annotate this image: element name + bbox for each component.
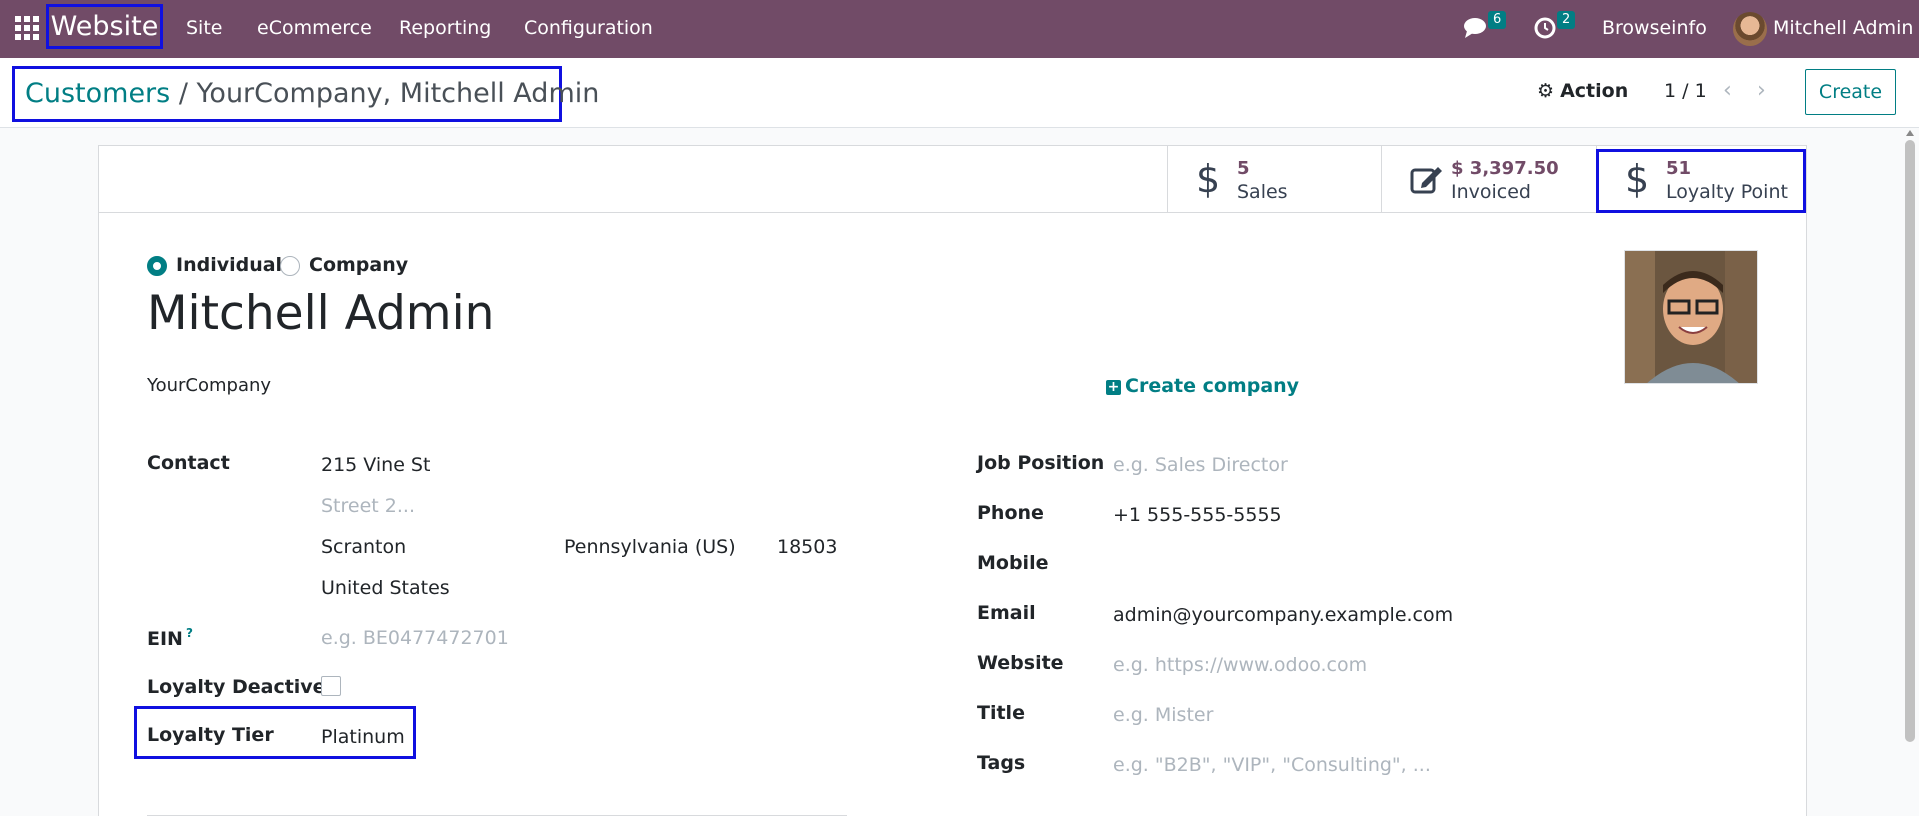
- phone-label: Phone: [977, 502, 1044, 524]
- sales-count: 5: [1237, 158, 1250, 179]
- partner-avatar-image[interactable]: [1624, 250, 1758, 384]
- zip-field[interactable]: 18503: [777, 536, 837, 558]
- street-field[interactable]: 215 Vine St: [321, 454, 430, 476]
- loyalty-deactive-label: Loyalty Deactive: [147, 676, 326, 698]
- messages-badge: 6: [1488, 11, 1507, 29]
- dollar-icon: $: [1196, 157, 1221, 201]
- radio-individual-label[interactable]: Individual: [176, 254, 282, 276]
- smart-button-box: $ 5 Sales $ 3,397.50 Invoiced $ 51 Loyal…: [99, 146, 1806, 213]
- invoiced-amount: $ 3,397.50: [1451, 158, 1559, 179]
- pager-value[interactable]: 1 / 1: [1664, 80, 1707, 102]
- email-label: Email: [977, 602, 1036, 624]
- company-switcher[interactable]: Browseinfo: [1602, 0, 1707, 58]
- city-field[interactable]: Scranton: [321, 536, 406, 558]
- state-field[interactable]: Pennsylvania (US): [564, 536, 736, 558]
- radio-individual[interactable]: [147, 256, 167, 276]
- radio-company[interactable]: [280, 256, 300, 276]
- tags-field[interactable]: e.g. "B2B", "VIP", "Consulting", ...: [1113, 754, 1431, 776]
- country-field[interactable]: United States: [321, 577, 450, 599]
- scroll-up-arrow-icon[interactable]: [1906, 130, 1914, 136]
- loyalty-deactive-checkbox[interactable]: [321, 676, 341, 696]
- top-navbar: Website Site eCommerce Reporting Configu…: [0, 0, 1919, 58]
- parent-company-field[interactable]: YourCompany: [147, 375, 271, 396]
- street2-field[interactable]: Street 2...: [321, 495, 415, 517]
- breadcrumb: Customers / YourCompany, Mitchell Admin: [12, 66, 599, 122]
- form-sheet: $ 5 Sales $ 3,397.50 Invoiced $ 51 Loyal…: [98, 145, 1807, 816]
- sales-stat-button[interactable]: $ 5 Sales: [1167, 146, 1381, 212]
- website-field[interactable]: e.g. https://www.odoo.com: [1113, 654, 1367, 676]
- ein-field[interactable]: e.g. BE0477472701: [321, 627, 509, 649]
- website-label: Website: [977, 652, 1064, 674]
- plus-square-icon: +: [1106, 379, 1121, 395]
- messages-icon[interactable]: [1463, 17, 1487, 39]
- ein-label-text: EIN: [147, 628, 183, 650]
- title-field[interactable]: e.g. Mister: [1113, 704, 1213, 726]
- title-label: Title: [977, 702, 1025, 724]
- menu-configuration[interactable]: Configuration: [524, 0, 653, 58]
- create-button[interactable]: Create: [1805, 69, 1896, 115]
- radio-company-label[interactable]: Company: [309, 254, 408, 276]
- job-position-field[interactable]: e.g. Sales Director: [1113, 454, 1288, 476]
- ein-help-icon[interactable]: ?: [186, 626, 193, 640]
- phone-field[interactable]: +1 555-555-5555: [1113, 504, 1282, 526]
- partner-name-field[interactable]: Mitchell Admin: [147, 286, 494, 341]
- control-panel: Customers / YourCompany, Mitchell Admin …: [0, 58, 1919, 128]
- loyalty-point-highlight: [1596, 149, 1806, 213]
- sales-label: Sales: [1237, 181, 1288, 203]
- ein-label: EIN?: [147, 626, 193, 650]
- user-avatar[interactable]: [1733, 12, 1767, 46]
- mobile-label: Mobile: [977, 552, 1049, 574]
- tags-label: Tags: [977, 752, 1026, 774]
- loyalty-tier-highlight: [134, 706, 416, 759]
- breadcrumb-separator: /: [178, 78, 188, 109]
- breadcrumb-current: YourCompany, Mitchell Admin: [196, 78, 600, 109]
- chevron-right-icon[interactable]: ›: [1757, 78, 1766, 103]
- action-menu-button[interactable]: ⚙ Action: [1537, 80, 1628, 102]
- menu-reporting[interactable]: Reporting: [399, 0, 491, 58]
- breadcrumb-customers[interactable]: Customers: [25, 78, 170, 109]
- create-company-label: Create company: [1125, 375, 1300, 397]
- edit-icon: [1410, 167, 1442, 194]
- user-menu[interactable]: Mitchell Admin: [1773, 0, 1913, 58]
- menu-site[interactable]: Site: [186, 0, 222, 58]
- job-position-label: Job Position: [977, 452, 1105, 474]
- create-company-link[interactable]: + Create company: [1106, 375, 1299, 397]
- vertical-scrollbar[interactable]: [1905, 140, 1915, 742]
- menu-ecommerce[interactable]: eCommerce: [257, 0, 372, 58]
- apps-menu-icon[interactable]: [15, 16, 39, 40]
- gear-icon: ⚙: [1537, 80, 1555, 102]
- email-field[interactable]: admin@yourcompany.example.com: [1113, 604, 1453, 626]
- chevron-left-icon[interactable]: ‹: [1723, 78, 1732, 103]
- invoiced-label: Invoiced: [1451, 181, 1531, 203]
- activities-badge: 2: [1557, 11, 1576, 29]
- activities-clock-icon[interactable]: [1534, 17, 1556, 39]
- app-brand-website[interactable]: Website: [46, 4, 163, 49]
- action-label: Action: [1560, 80, 1629, 102]
- invoiced-stat-button[interactable]: $ 3,397.50 Invoiced: [1381, 146, 1596, 212]
- contact-label: Contact: [147, 452, 230, 474]
